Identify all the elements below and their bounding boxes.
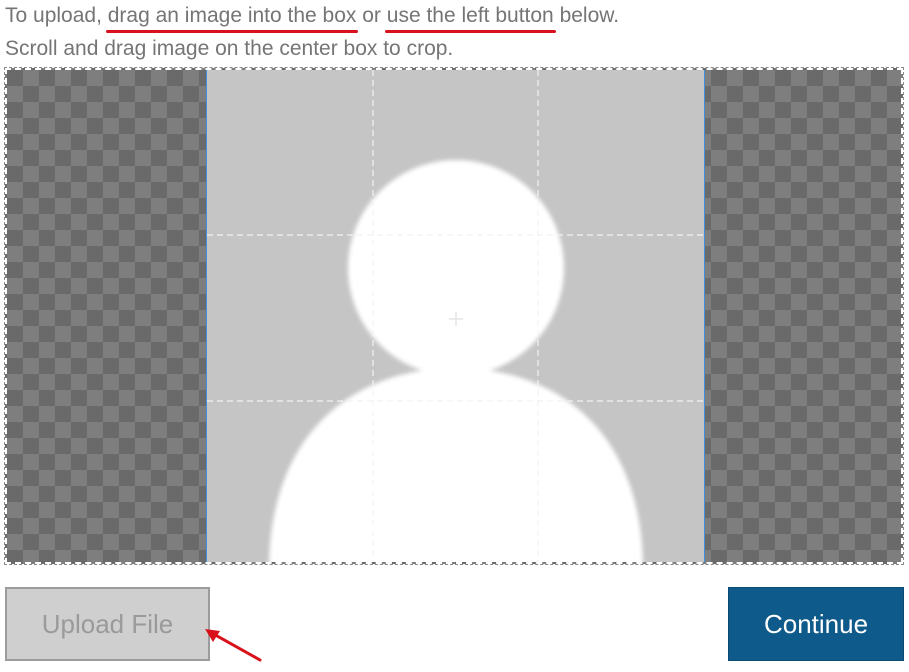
crop-preview: [207, 70, 704, 562]
arrow-icon: [205, 629, 262, 662]
crop-instruction-text: Scroll and drag image on the center box …: [5, 37, 454, 60]
image-drop-zone[interactable]: [4, 67, 904, 565]
instruction-suffix: below.: [553, 4, 620, 27]
continue-button[interactable]: Continue: [728, 587, 904, 661]
use-left-button-hint: use the left button: [384, 4, 556, 33]
person-silhouette-icon: [269, 160, 643, 562]
crop-box[interactable]: [206, 70, 705, 562]
upload-instruction-text: To upload, drag an image into the box or…: [5, 3, 620, 33]
instruction-middle: or: [356, 4, 387, 27]
upload-file-button[interactable]: Upload File: [5, 587, 210, 661]
drag-image-hint: drag an image into the box: [105, 4, 359, 33]
instruction-prefix: To upload,: [5, 4, 108, 27]
image-upload-page: To upload, drag an image into the box or…: [0, 0, 909, 672]
